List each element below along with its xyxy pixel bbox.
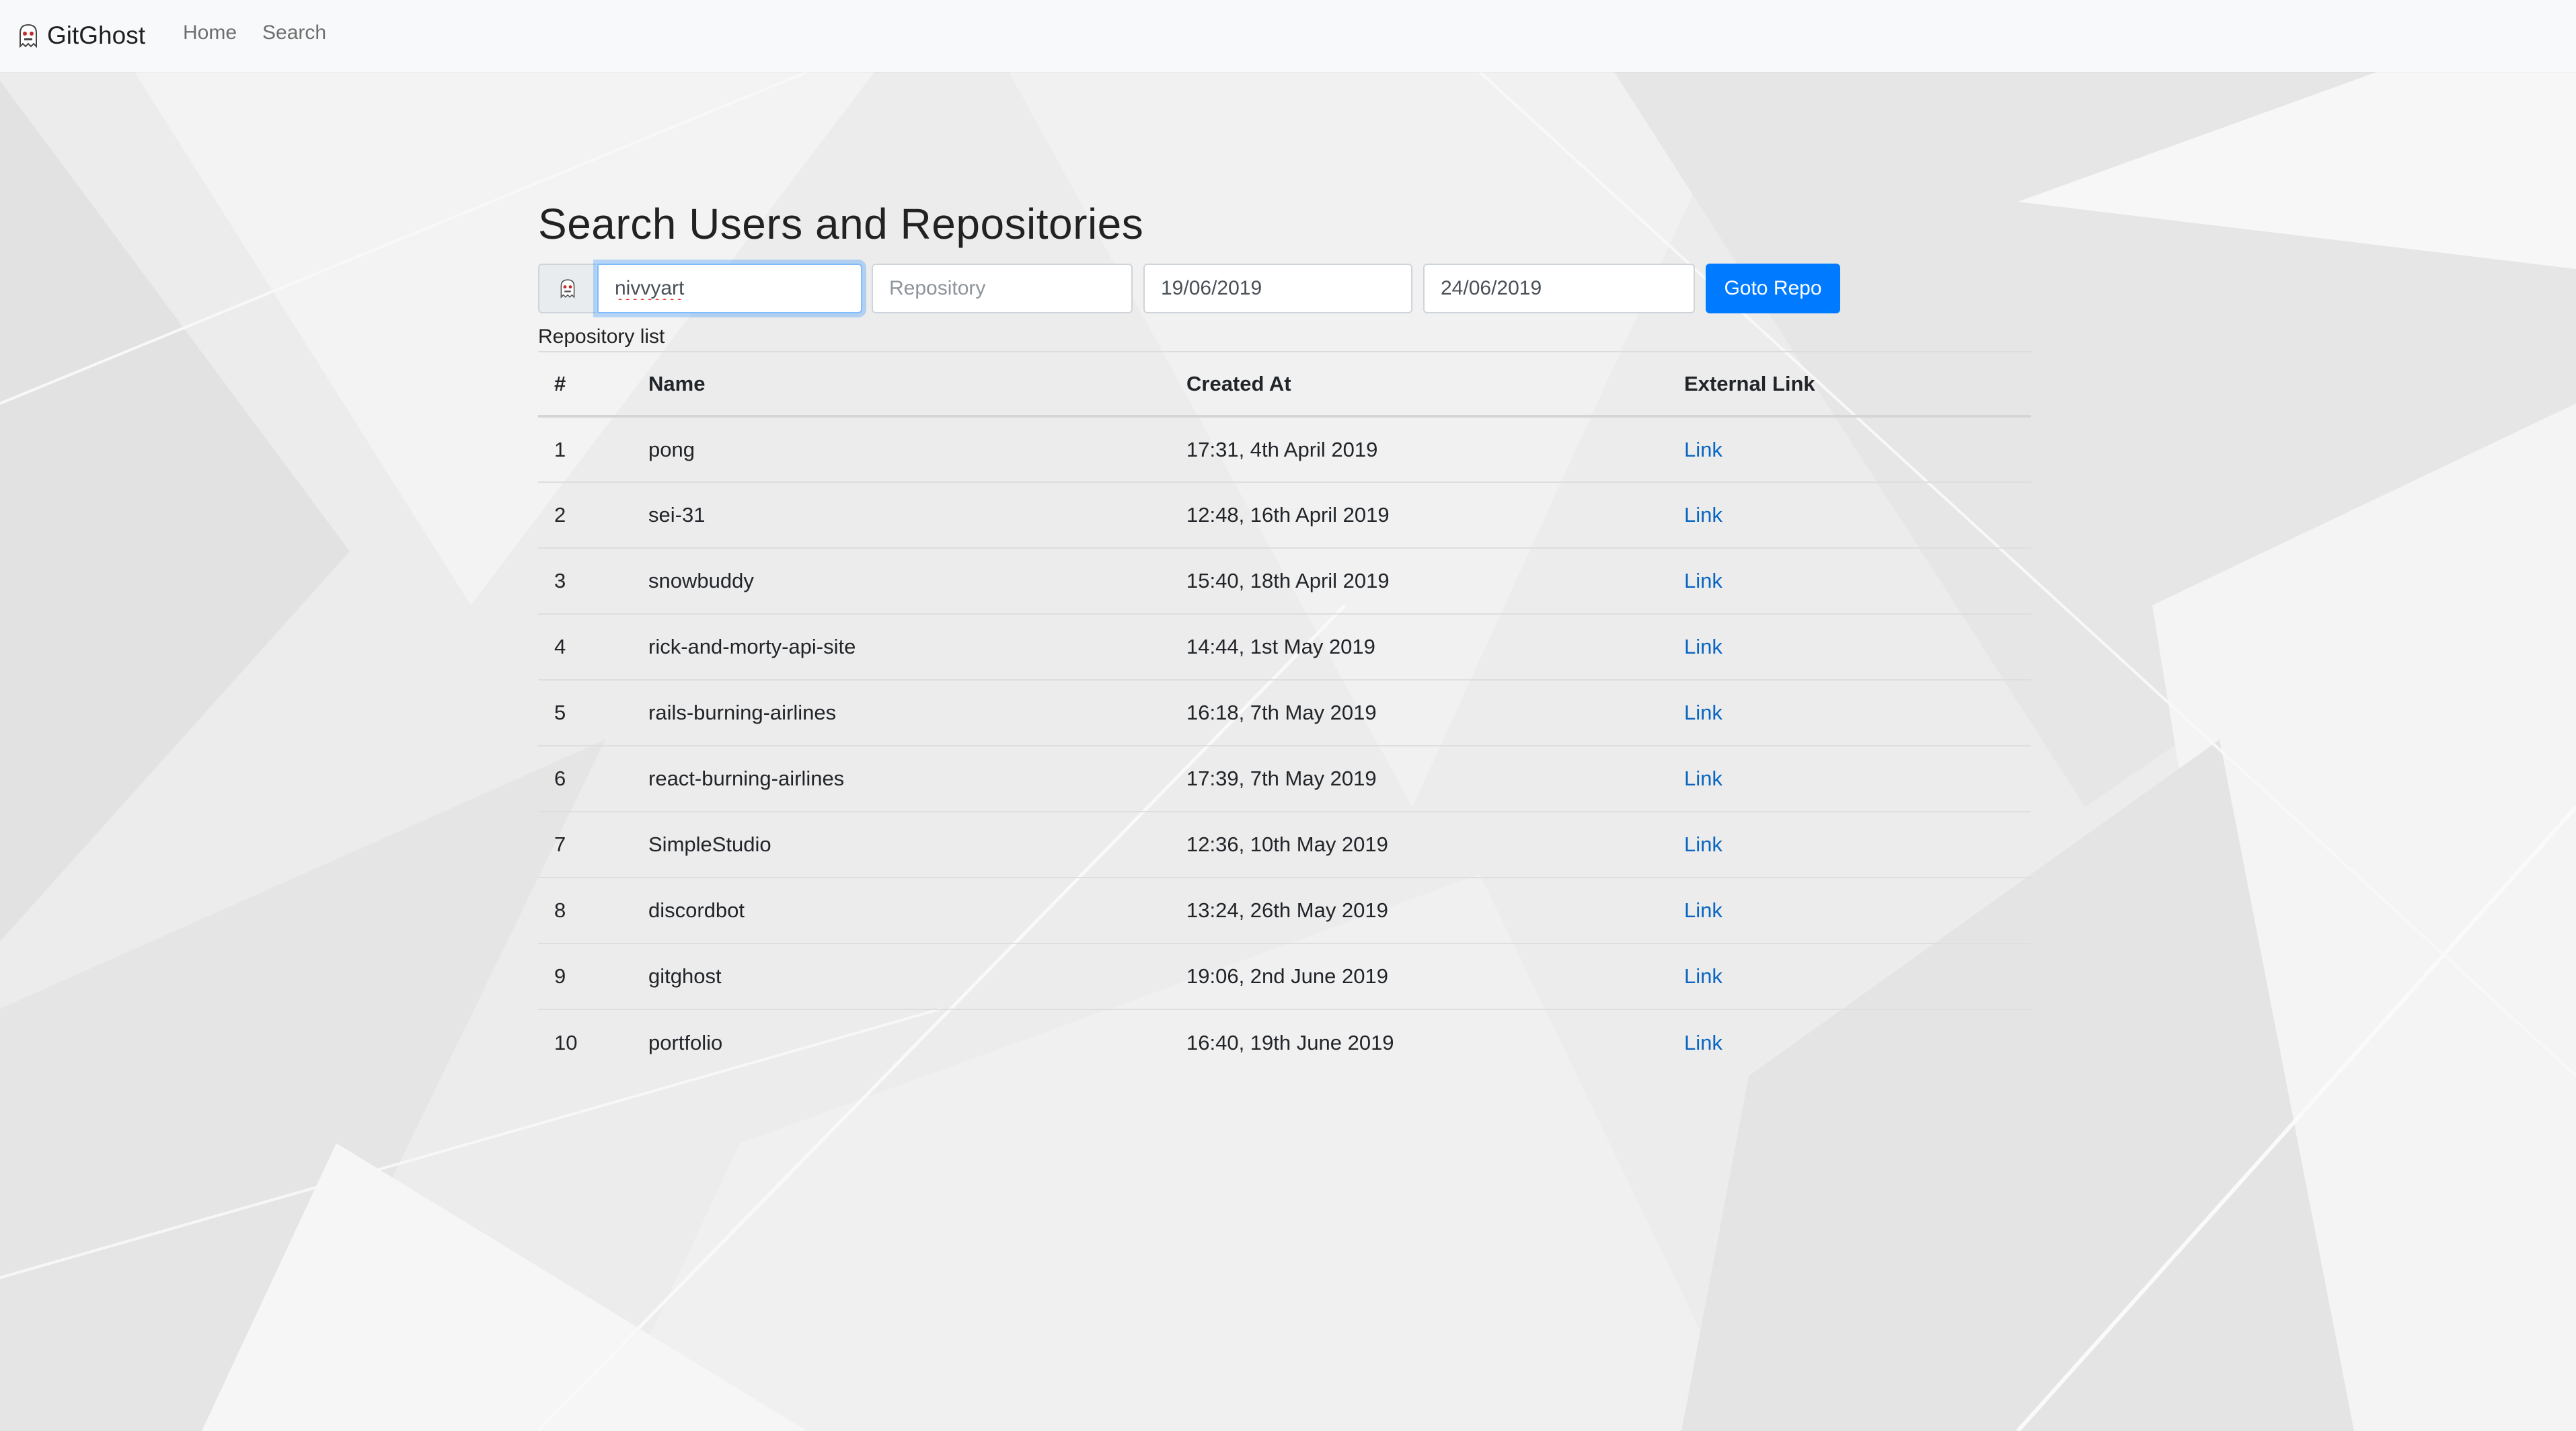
link-cell: Link — [1668, 943, 2031, 1009]
nav-home-link[interactable]: Home — [183, 22, 237, 44]
link-cell: Link — [1668, 613, 2031, 680]
table-row: 10 portfolio 16:40, 19th June 2019 Link — [538, 1009, 2031, 1075]
table-row: 3 snowbuddy 15:40, 18th April 2019 Link — [538, 547, 2031, 614]
row-number: 4 — [538, 613, 632, 680]
table-row: 9 gitghost 19:06, 2nd June 2019 Link — [538, 943, 2031, 1009]
external-link[interactable]: Link — [1684, 898, 1722, 922]
brand-text: GitGhost — [47, 22, 145, 49]
external-link[interactable]: Link — [1684, 438, 1722, 461]
external-link[interactable]: Link — [1684, 1031, 1722, 1054]
repo-created-at: 17:31, 4th April 2019 — [1186, 437, 1378, 461]
external-link[interactable]: Link — [1684, 569, 1722, 592]
ghost-logo-icon — [560, 279, 575, 299]
header-row: # Name Created At External Link — [538, 351, 2031, 418]
link-cell: Link — [1668, 1009, 2031, 1075]
table-row: 2 sei-31 12:48, 16th April 2019 Link — [538, 481, 2031, 548]
repo-created-at: 17:39, 7th May 2019 — [1170, 745, 1668, 812]
link-cell: Link — [1668, 745, 2031, 812]
date-to-input[interactable] — [1423, 264, 1695, 313]
external-link[interactable]: Link — [1684, 964, 1722, 988]
repo-name: snowbuddy — [632, 547, 1170, 614]
header-number: # — [538, 351, 632, 418]
repo-created-at: 16:18, 7th May 2019 — [1170, 679, 1668, 746]
link-cell: Link — [1668, 481, 2031, 548]
table-row: 8 discordbot 13:24, 26th May 2019 Link — [538, 877, 2031, 943]
row-number: 6 — [538, 745, 632, 812]
external-link[interactable]: Link — [1684, 701, 1722, 724]
repo-name: react-burning-airlines — [632, 745, 1170, 812]
repo-created-at: 12:36, 10th May 2019 — [1170, 811, 1668, 878]
external-link[interactable]: Link — [1684, 767, 1722, 790]
row-number: 2 — [538, 481, 632, 548]
table-row: 5 rails-burning-airlines 16:18, 7th May … — [538, 679, 2031, 746]
date-from-input[interactable] — [1143, 264, 1412, 313]
repo-name: sei-31 — [632, 481, 1170, 548]
row-number: 8 — [538, 877, 632, 943]
repo-created-at: 13:24, 26th May 2019 — [1170, 877, 1668, 943]
header-external-link: External Link — [1668, 351, 2031, 418]
repo-name: pong — [648, 437, 695, 461]
link-cell: Link — [1668, 811, 2031, 878]
brand-link[interactable]: GitGhost — [15, 19, 145, 52]
external-link[interactable]: Link — [1684, 833, 1722, 856]
repository-input[interactable] — [872, 264, 1133, 313]
table-row: 1 pong 17:31, 4th April 2019 Link — [538, 416, 2031, 482]
table-row: 7 SimpleStudio 12:36, 10th May 2019 Link — [538, 811, 2031, 878]
repo-name: discordbot — [632, 877, 1170, 943]
link-cell: Link — [1668, 416, 2031, 482]
navbar: GitGhost Home Search — [0, 0, 2576, 72]
table-header: # Name Created At External Link — [538, 351, 2031, 418]
row-number: 1 — [554, 437, 566, 461]
row-number: 9 — [538, 943, 632, 1009]
repo-created-at: 15:40, 18th April 2019 — [1170, 547, 1668, 614]
header-created-at: Created At — [1170, 351, 1668, 418]
row-number: 7 — [538, 811, 632, 878]
link-cell: Link — [1668, 679, 2031, 746]
link-cell: Link — [1668, 547, 2031, 614]
repo-name: SimpleStudio — [632, 811, 1170, 878]
user-input-prepend — [538, 264, 596, 313]
goto-repo-button[interactable]: Goto Repo — [1706, 264, 1840, 313]
nav-search-link[interactable]: Search — [262, 22, 326, 44]
table-row: 6 react-burning-airlines 17:39, 7th May … — [538, 745, 2031, 812]
table-row: 4 rick-and-morty-api-site 14:44, 1st May… — [538, 613, 2031, 680]
external-link[interactable]: Link — [1684, 503, 1722, 527]
repo-created-at: 16:40, 19th June 2019 — [1170, 1009, 1668, 1075]
ghost-logo-icon — [20, 24, 37, 48]
main-content: Search Users and Repositories Goto Repo … — [0, 0, 2576, 1431]
repo-name: rick-and-morty-api-site — [632, 613, 1170, 680]
repo-created-at: 14:44, 1st May 2019 — [1170, 613, 1668, 680]
row-number: 10 — [538, 1009, 632, 1075]
repository-list-caption: Repository list — [538, 325, 665, 348]
external-link[interactable]: Link — [1684, 635, 1722, 658]
repo-name: gitghost — [632, 943, 1170, 1009]
repo-created-at: 12:48, 16th April 2019 — [1170, 481, 1668, 548]
repo-name: portfolio — [632, 1009, 1170, 1075]
table-body: 1 pong 17:31, 4th April 2019 Link 2 sei-… — [538, 416, 2031, 1075]
row-number: 5 — [538, 679, 632, 746]
page-title: Search Users and Repositories — [538, 200, 1144, 248]
repo-name: rails-burning-airlines — [632, 679, 1170, 746]
repo-created-at: 19:06, 2nd June 2019 — [1170, 943, 1668, 1009]
repository-table: # Name Created At External Link 1 pong 1… — [538, 351, 2031, 1075]
row-number: 3 — [538, 547, 632, 614]
header-name: Name — [632, 351, 1170, 418]
username-input[interactable] — [597, 264, 862, 313]
link-cell: Link — [1668, 877, 2031, 943]
